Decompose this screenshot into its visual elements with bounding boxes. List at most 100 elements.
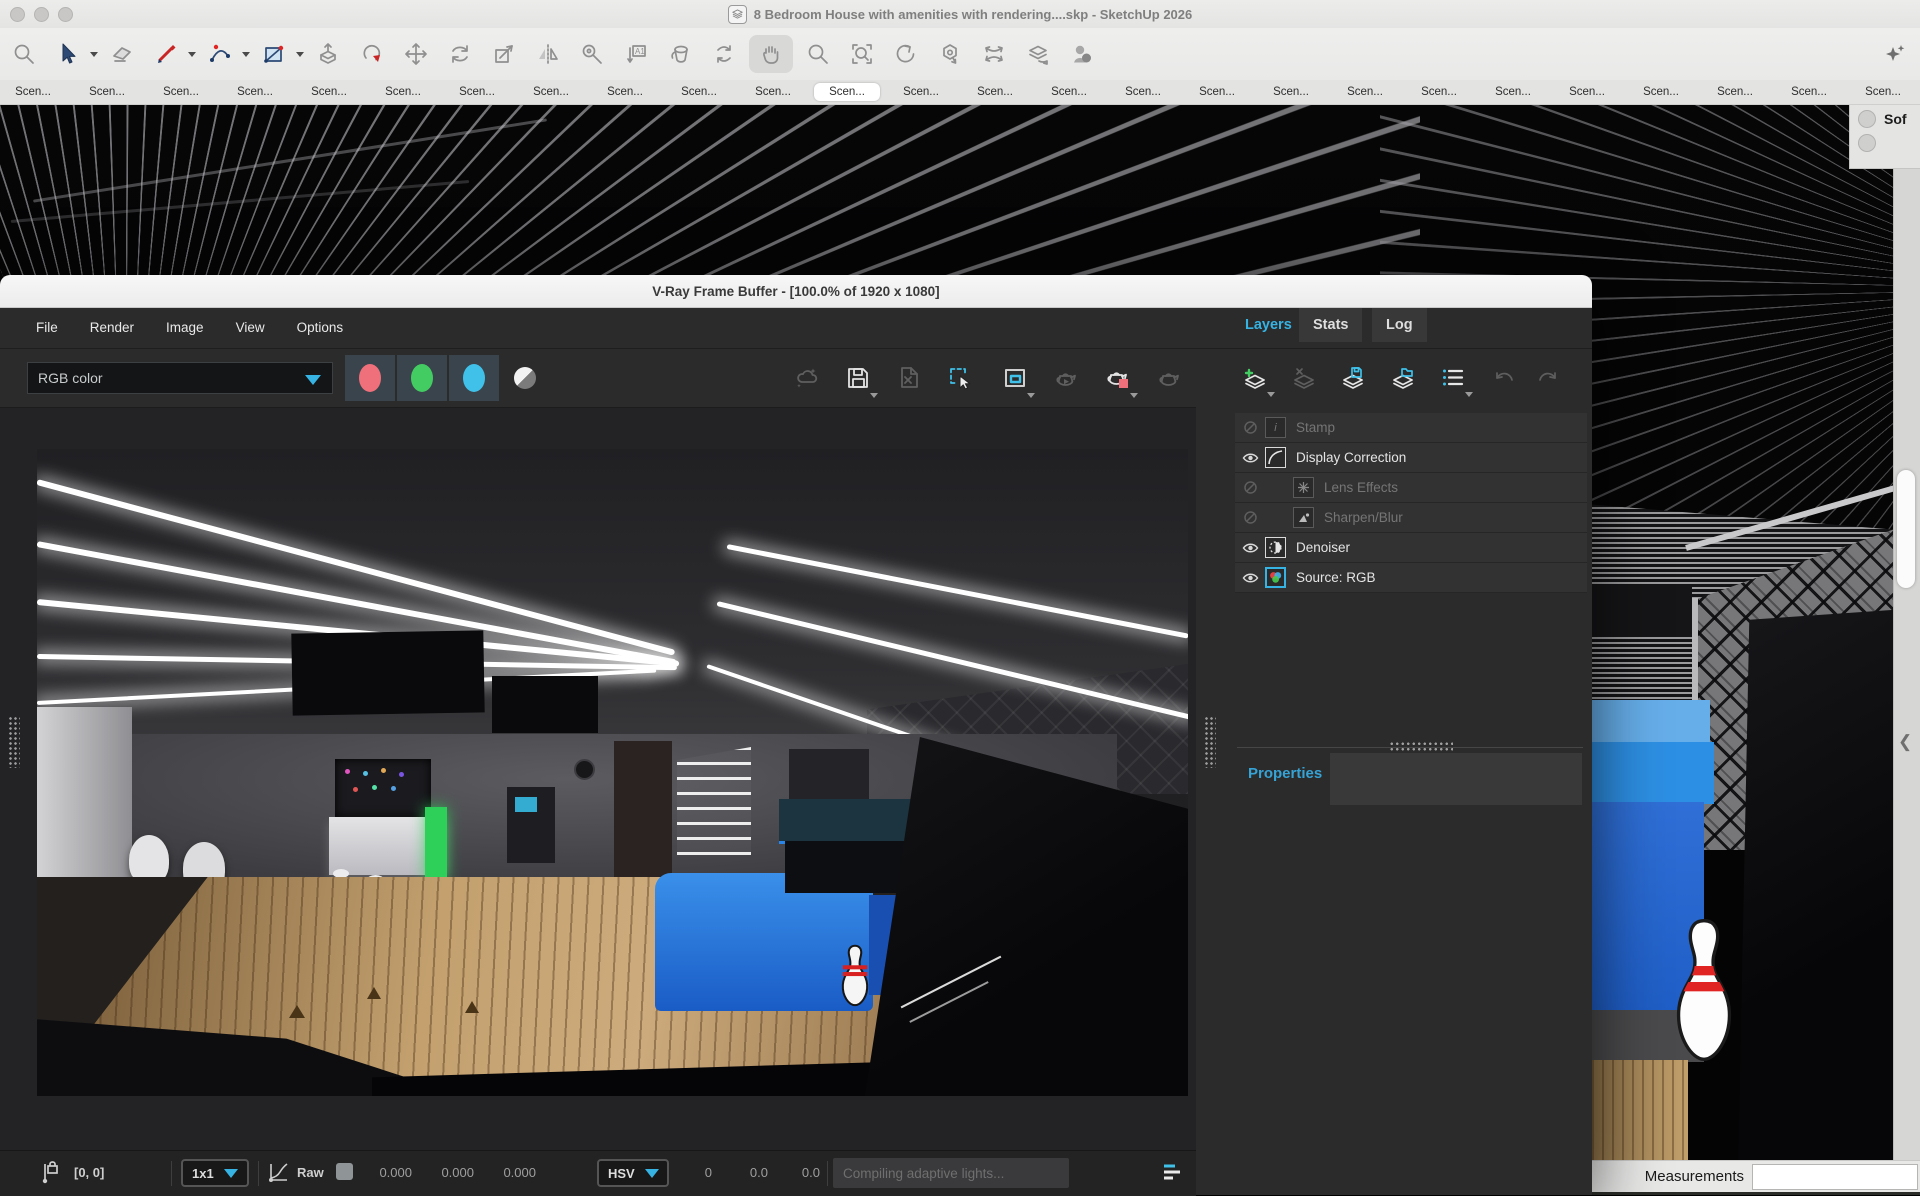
scene-tab[interactable]: Scen... <box>1776 83 1842 101</box>
render-last-icon[interactable] <box>1048 356 1084 400</box>
line-dropdown-caret[interactable] <box>188 52 196 57</box>
menu-render[interactable]: Render <box>90 320 134 335</box>
scene-tab[interactable]: Scen... <box>1036 83 1102 101</box>
tab-stats[interactable]: Stats <box>1299 308 1362 342</box>
menu-view[interactable]: View <box>236 320 265 335</box>
eye-hidden-icon[interactable] <box>1235 510 1265 525</box>
follow-me-tool-icon[interactable] <box>357 35 387 73</box>
rectangle-dropdown-caret[interactable] <box>296 52 304 57</box>
clear-image-icon[interactable] <box>891 356 927 400</box>
scene-tab[interactable]: Scen... <box>148 83 214 101</box>
walk-tool-icon[interactable] <box>979 35 1009 73</box>
color-mode-dropdown[interactable]: HSV <box>597 1159 669 1187</box>
scene-tab[interactable]: Scen... <box>814 83 880 101</box>
stop-render-icon[interactable] <box>1100 356 1136 400</box>
scene-tab[interactable]: Scen... <box>518 83 584 101</box>
scene-tab[interactable]: Scen... <box>1406 83 1472 101</box>
vfb-left-grip[interactable] <box>8 716 20 768</box>
delete-layer-icon[interactable] <box>1286 357 1322 399</box>
scene-tab[interactable]: Scen... <box>740 83 806 101</box>
eye-hidden-icon[interactable] <box>1235 480 1265 495</box>
move-tool-icon[interactable] <box>401 35 431 73</box>
previous-view-icon[interactable] <box>891 35 921 73</box>
properties-box[interactable] <box>1330 753 1582 805</box>
menu-image[interactable]: Image <box>166 320 204 335</box>
line-tool-icon[interactable] <box>151 35 181 73</box>
eye-hidden-icon[interactable] <box>1235 420 1265 435</box>
panel-radio-icon[interactable] <box>1858 134 1876 152</box>
scene-tab[interactable]: Scen... <box>296 83 362 101</box>
rectangle-tool-icon[interactable] <box>259 35 289 73</box>
create-layer-icon[interactable] <box>1237 357 1273 399</box>
eye-visible-icon[interactable] <box>1235 541 1265 555</box>
component-icon[interactable] <box>1067 35 1097 73</box>
log-toggle-icon[interactable] <box>1160 1161 1184 1185</box>
scene-tab[interactable]: Scen... <box>592 83 658 101</box>
interactive-render-icon[interactable] <box>1151 356 1187 400</box>
tab-layers[interactable]: Layers <box>1231 308 1306 342</box>
tab-log[interactable]: Log <box>1372 308 1427 342</box>
scene-tab[interactable]: Scen... <box>962 83 1028 101</box>
measurements-input[interactable] <box>1752 1164 1918 1190</box>
region-render-icon[interactable] <box>942 356 978 400</box>
pin-tracking-icon[interactable] <box>36 1160 62 1186</box>
panel-radio-icon[interactable] <box>1858 110 1876 128</box>
scene-tab[interactable]: Scen... <box>1110 83 1176 101</box>
layer-row[interactable]: Source: RGB <box>1235 563 1587 593</box>
scene-tab[interactable]: Scen... <box>222 83 288 101</box>
red-channel-button[interactable] <box>345 355 395 401</box>
save-image-icon[interactable] <box>840 356 876 400</box>
select-dropdown-caret[interactable] <box>90 52 98 57</box>
text-tool-icon[interactable]: A1 <box>621 35 651 73</box>
zoom-icon[interactable] <box>803 35 833 73</box>
eye-visible-icon[interactable] <box>1235 571 1265 585</box>
save-layers-icon[interactable] <box>1335 357 1371 399</box>
look-around-icon[interactable] <box>1023 35 1053 73</box>
tape-measure-tool-icon[interactable] <box>577 35 607 73</box>
pan-tool-icon[interactable] <box>749 35 793 73</box>
layer-row[interactable]: Sharpen/Blur <box>1235 503 1587 533</box>
zoom-tool-icon[interactable] <box>9 35 39 73</box>
push-pull-tool-icon[interactable] <box>313 35 343 73</box>
ai-assistant-icon[interactable] <box>1879 35 1909 73</box>
scene-tab[interactable]: Scen... <box>370 83 436 101</box>
blue-channel-button[interactable] <box>449 355 499 401</box>
load-layers-icon[interactable] <box>1385 357 1421 399</box>
menu-options[interactable]: Options <box>297 320 344 335</box>
layer-row[interactable]: iStamp <box>1235 413 1587 443</box>
scene-tab[interactable]: Scen... <box>1258 83 1324 101</box>
mono-channel-button[interactable] <box>514 367 536 389</box>
scene-tab[interactable]: Scen... <box>1628 83 1694 101</box>
scene-tab[interactable]: Scen... <box>666 83 732 101</box>
orbit-tool-icon[interactable] <box>709 35 739 73</box>
undo-icon[interactable] <box>1487 357 1523 399</box>
layer-options-icon[interactable] <box>1435 357 1471 399</box>
layer-row[interactable]: Lens Effects <box>1235 473 1587 503</box>
scene-tab[interactable]: Scen... <box>1184 83 1250 101</box>
eye-visible-icon[interactable] <box>1235 451 1265 465</box>
zoom-button[interactable] <box>58 7 73 22</box>
vfb-splitter-grip[interactable] <box>1204 716 1216 768</box>
scene-tab[interactable]: Scen... <box>1480 83 1546 101</box>
scene-tab[interactable]: Scen... <box>888 83 954 101</box>
channel-dropdown[interactable]: RGB color <box>27 362 333 394</box>
scene-tab[interactable]: Scen... <box>0 83 66 101</box>
redo-icon[interactable] <box>1529 357 1565 399</box>
flip-tool-icon[interactable] <box>533 35 563 73</box>
follow-mouse-region-icon[interactable] <box>997 356 1033 400</box>
pixel-ratio-dropdown[interactable]: 1x1 <box>181 1159 249 1187</box>
render-image[interactable] <box>37 449 1188 1096</box>
close-button[interactable] <box>10 7 25 22</box>
tray-collapse-chevron-icon[interactable]: ❮ <box>1898 732 1912 752</box>
zoom-extents-icon[interactable] <box>847 35 877 73</box>
position-camera-icon[interactable] <box>935 35 965 73</box>
green-channel-button[interactable] <box>397 355 447 401</box>
rotate-tool-icon[interactable] <box>445 35 475 73</box>
scene-tab[interactable]: Scen... <box>1850 83 1916 101</box>
layer-row[interactable]: Denoiser <box>1235 533 1587 563</box>
curve-display-icon[interactable] <box>266 1160 292 1186</box>
scale-tool-icon[interactable] <box>489 35 519 73</box>
effects-icon[interactable] <box>789 356 825 400</box>
layer-row[interactable]: Display Correction <box>1235 443 1587 473</box>
select-tool-icon[interactable] <box>53 35 83 73</box>
